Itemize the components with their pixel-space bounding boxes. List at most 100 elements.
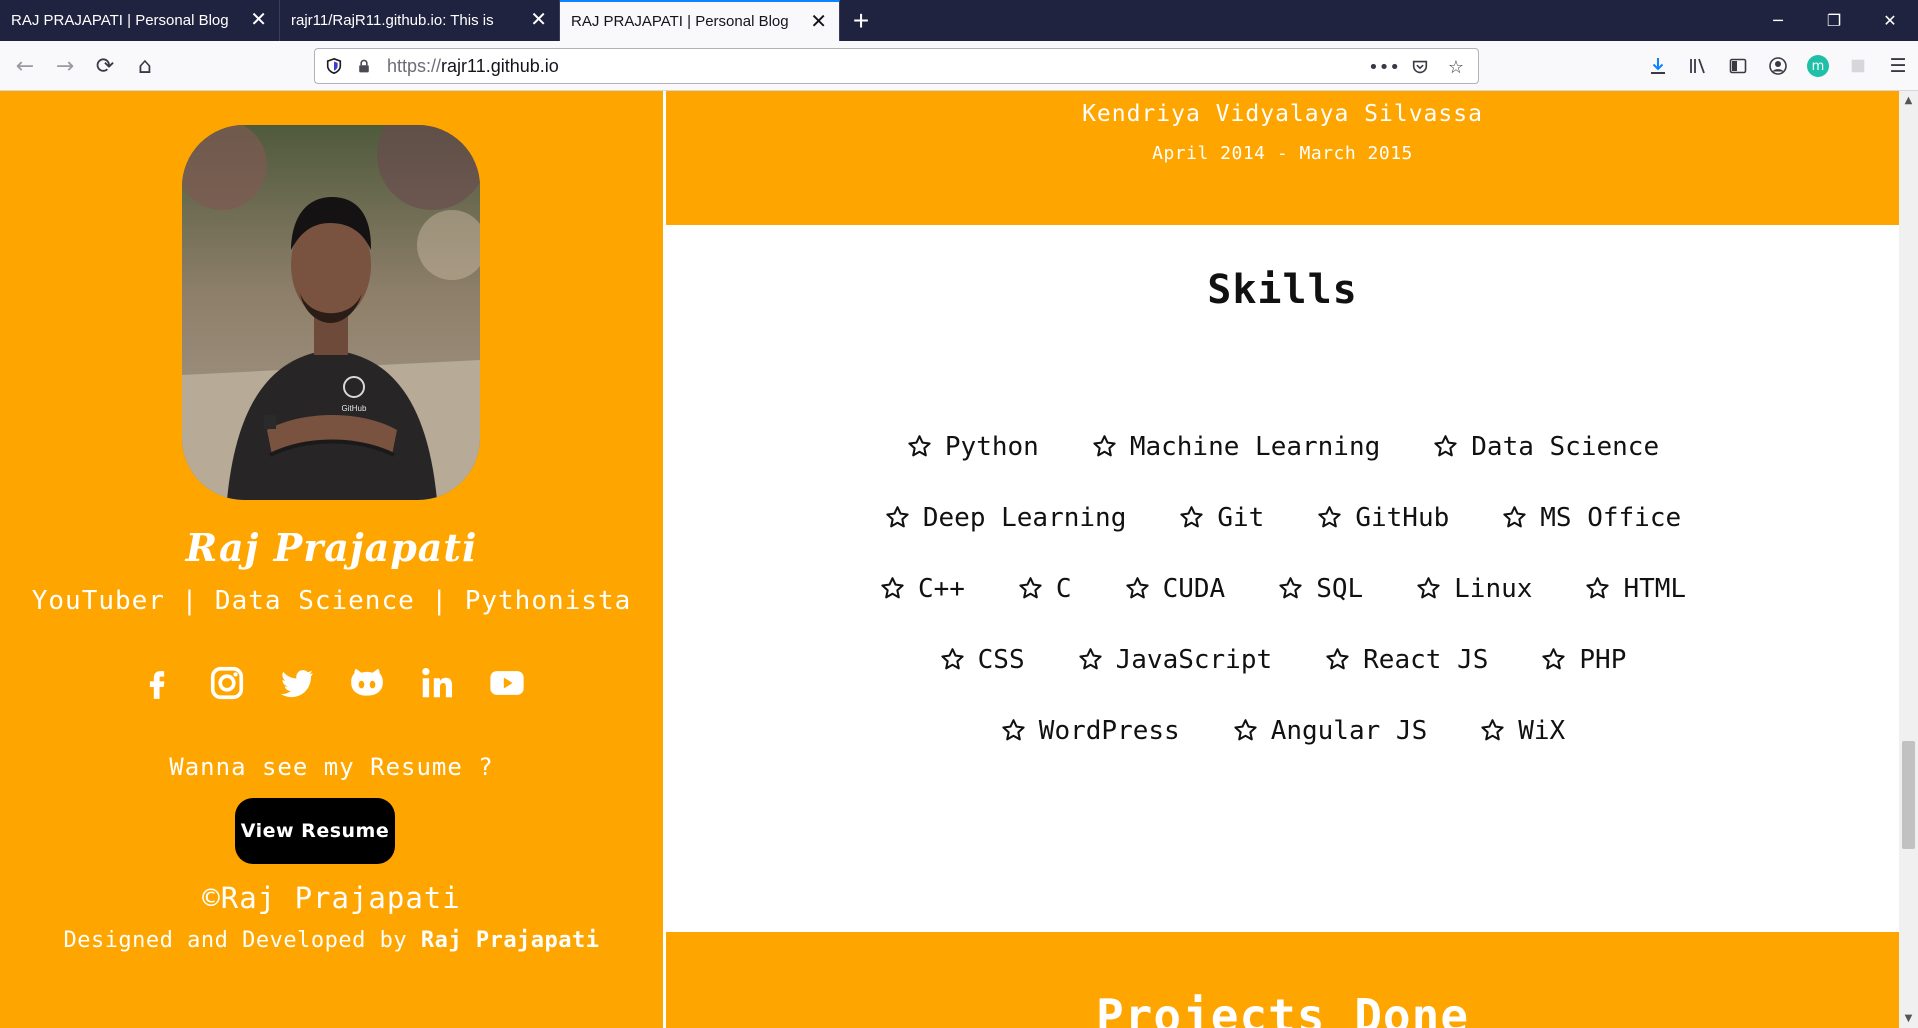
skill-label: C	[1055, 573, 1072, 604]
bookmark-star-icon[interactable]: ☆	[1442, 53, 1470, 81]
more-actions-icon[interactable]: •••	[1368, 53, 1400, 81]
skill-label: Python	[944, 431, 1039, 462]
skill-label: C++	[917, 573, 965, 604]
library-icon[interactable]	[1678, 49, 1718, 83]
education-section: Kendriya Vidyalaya Silvassa April 2014 -…	[666, 91, 1899, 225]
extension-badge-icon[interactable]: m	[1807, 55, 1829, 77]
star-icon	[1078, 648, 1102, 670]
page-viewport: GitHub Raj Prajapati YouTuber | Data Sci…	[0, 91, 1918, 1028]
profile-sidebar: GitHub Raj Prajapati YouTuber | Data Sci…	[0, 91, 663, 1028]
skill-label: CSS	[977, 644, 1025, 675]
account-icon[interactable]	[1758, 49, 1798, 83]
main-content: Kendriya Vidyalaya Silvassa April 2014 -…	[666, 91, 1899, 1028]
skill-label: HTML	[1623, 573, 1687, 604]
resume-prompt: Wanna see my Resume ?	[169, 753, 494, 781]
star-icon	[941, 648, 964, 670]
lock-icon[interactable]	[353, 55, 375, 77]
skill-label: Angular JS	[1270, 715, 1428, 746]
star-icon	[1542, 648, 1566, 670]
skill-item: HTML	[1584, 573, 1686, 604]
education-dates: April 2014 - March 2015	[1152, 143, 1413, 164]
skill-label: SQL	[1316, 573, 1364, 604]
pocket-icon[interactable]	[1406, 53, 1434, 81]
tab-title: rajr11/RajR11.github.io: This is	[291, 12, 494, 29]
hamburger-menu-icon[interactable]: ☰	[1878, 49, 1918, 83]
youtube-icon[interactable]	[487, 663, 527, 703]
credit-text: Designed and Developed by Raj Prajapati	[0, 928, 663, 953]
skill-label: PHP	[1579, 644, 1627, 675]
skill-label: WordPress	[1038, 715, 1180, 746]
browser-tab-3-active[interactable]: RAJ PRAJAPATI | Personal Blog ✕	[560, 0, 840, 41]
education-school: Kendriya Vidyalaya Silvassa	[1082, 101, 1483, 127]
svg-text:GitHub: GitHub	[342, 404, 367, 413]
star-icon	[1093, 435, 1116, 457]
social-links	[0, 663, 663, 703]
skill-item: CUDA	[1124, 573, 1226, 604]
star-icon	[1019, 577, 1042, 599]
skill-label: Deep Learning	[922, 502, 1127, 533]
star-icon	[1503, 506, 1526, 528]
minimize-icon[interactable]: ─	[1750, 0, 1806, 41]
extension-icon[interactable]	[1838, 49, 1878, 83]
star-icon	[1417, 577, 1440, 599]
toolbar-right: m ☰	[1638, 49, 1918, 83]
page-scrollbar[interactable]: ▲ ▼	[1899, 91, 1918, 1028]
view-resume-button[interactable]: View Resume	[235, 798, 395, 864]
restore-icon[interactable]: ❐	[1806, 0, 1862, 41]
browser-tab-1[interactable]: RAJ PRAJAPATI | Personal Blog ✕	[0, 0, 280, 41]
skill-label: Machine Learning	[1129, 431, 1381, 462]
close-tab-icon[interactable]: ✕	[250, 10, 267, 30]
tab-title: RAJ PRAJAPATI | Personal Blog	[11, 12, 229, 29]
reload-icon[interactable]: ⟳	[88, 49, 122, 83]
browser-tab-2[interactable]: rajr11/RajR11.github.io: This is ✕	[280, 0, 560, 41]
profile-photo: GitHub	[182, 125, 480, 500]
skill-label: Linux	[1454, 573, 1533, 604]
skills-heading: Skills	[1207, 267, 1358, 313]
skill-item: C	[1017, 573, 1072, 604]
back-arrow-icon[interactable]: ←	[8, 49, 42, 83]
facebook-icon[interactable]	[137, 663, 177, 703]
twitter-icon[interactable]	[277, 663, 317, 703]
home-icon[interactable]: ⌂	[128, 49, 162, 83]
skill-label: GitHub	[1355, 502, 1450, 533]
forward-arrow-icon[interactable]: →	[48, 49, 82, 83]
skill-item: Machine Learning	[1091, 431, 1380, 462]
scroll-up-arrow-icon[interactable]: ▲	[1899, 91, 1918, 110]
instagram-icon[interactable]	[207, 663, 247, 703]
shield-icon[interactable]	[323, 55, 345, 77]
github-icon[interactable]	[347, 663, 387, 703]
projects-heading: Projects Done	[1095, 989, 1470, 1028]
profile-name: Raj Prajapati	[185, 525, 478, 570]
skill-item: Git	[1178, 502, 1264, 533]
skill-item: WiX	[1479, 715, 1565, 746]
star-icon	[1318, 506, 1341, 528]
skill-item: WordPress	[1000, 715, 1180, 746]
address-bar[interactable]: https://rajr11.github.io ••• ☆	[314, 48, 1479, 84]
url-text[interactable]: https://rajr11.github.io	[387, 56, 559, 77]
tab-title: RAJ PRAJAPATI | Personal Blog	[571, 13, 789, 30]
plus-icon[interactable]: +	[840, 0, 882, 41]
linkedin-icon[interactable]	[417, 663, 457, 703]
close-window-icon[interactable]: ✕	[1862, 0, 1918, 41]
star-icon	[1002, 719, 1025, 741]
skill-item: React JS	[1324, 644, 1488, 675]
skill-item: SQL	[1277, 573, 1363, 604]
skill-item: JavaScript	[1077, 644, 1272, 675]
download-icon[interactable]	[1638, 49, 1678, 83]
star-icon	[1125, 577, 1149, 599]
skill-label: Git	[1217, 502, 1265, 533]
skill-label: WiX	[1518, 715, 1566, 746]
skill-item: Deep Learning	[884, 502, 1127, 533]
scroll-down-arrow-icon[interactable]: ▼	[1899, 1009, 1918, 1028]
profile-tagline: YouTuber | Data Science | Pythonista	[31, 586, 632, 616]
scrollbar-thumb[interactable]	[1902, 741, 1915, 849]
sidebar-toggle-icon[interactable]	[1718, 49, 1758, 83]
close-tab-icon[interactable]: ✕	[530, 10, 547, 30]
skill-label: CUDA	[1162, 573, 1226, 604]
skill-item: CSS	[939, 644, 1025, 675]
close-tab-icon[interactable]: ✕	[810, 12, 827, 32]
star-icon	[1434, 435, 1457, 457]
credit-name-link[interactable]: Raj Prajapati	[421, 928, 600, 953]
url-protocol: https://	[387, 56, 442, 76]
star-icon	[1481, 719, 1504, 741]
